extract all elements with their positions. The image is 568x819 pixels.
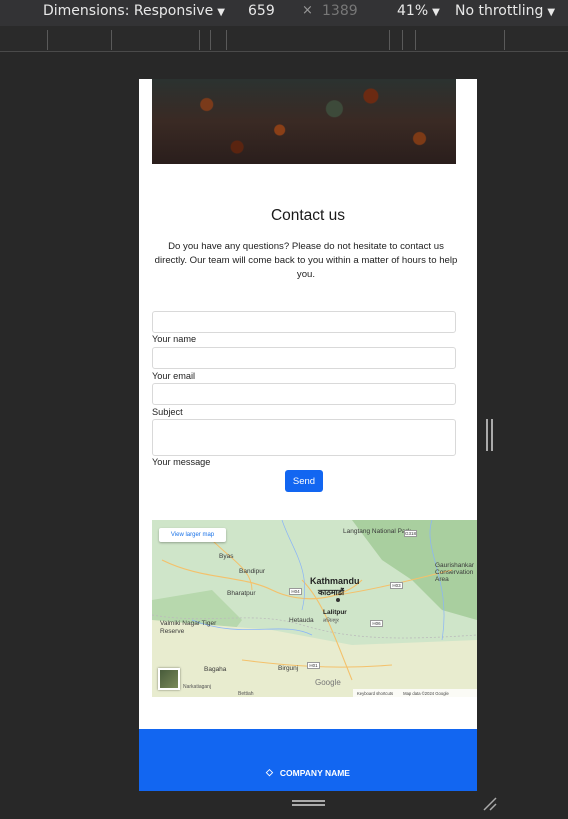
height-input[interactable]: 1389 <box>322 3 358 19</box>
highway-shield: H04 <box>289 588 302 595</box>
company-brand[interactable]: ◇ COMPANY NAME <box>139 767 477 778</box>
dimensions-dropdown[interactable]: Dimensions: Responsive ▼ <box>43 3 225 19</box>
contact-title: Contact us <box>270 207 346 224</box>
email-label: Your email <box>152 371 196 381</box>
resize-handle-bottom[interactable] <box>292 800 325 806</box>
resize-handle-right[interactable] <box>486 419 493 451</box>
map-label-kathmandu: Kathmandu <box>310 576 360 586</box>
device-viewport: Contact us Do you have any questions? Pl… <box>139 79 477 791</box>
map-label-lalitpur: Lalitpur <box>323 609 347 616</box>
highway-shield: H01 <box>307 662 320 669</box>
caret-down-icon: ▼ <box>217 7 225 18</box>
map-label-byas: Byas <box>219 553 234 560</box>
map-label-bharatpur: Bharatpur <box>227 590 256 597</box>
subject-input[interactable] <box>152 383 456 405</box>
map-label-kathmandu-dev: काठमाडौं <box>318 588 345 597</box>
footer: ◇ COMPANY NAME <box>139 729 477 791</box>
width-input[interactable]: 659 <box>248 3 275 19</box>
map-label-bettiah: Bettiah <box>238 691 254 697</box>
highway-shield: H03 <box>390 582 403 589</box>
keyboard-shortcuts-link[interactable]: Keyboard shortcuts <box>357 691 393 696</box>
highway-shield: G318 <box>404 530 417 537</box>
devtools-toolbar: Dimensions: Responsive ▼ 659 × 1389 41% ▼ … <box>0 0 568 26</box>
map-label-langtang: Langtang National Park <box>343 528 411 535</box>
map-label-bandipur: Bandipur <box>239 568 266 575</box>
map-label-lalitpur-dev: ललितपुर <box>323 618 339 624</box>
map-embed[interactable]: View larger map Langtang National Park K… <box>152 520 477 697</box>
throttling-label: No throttling <box>455 3 544 19</box>
map-attribution: Keyboard shortcuts Map data ©2024 Google <box>353 689 477 697</box>
throttling-dropdown[interactable]: No throttling ▼ <box>455 3 555 19</box>
map-label-hetauda: Hetauda <box>289 617 314 624</box>
map-terrain <box>152 520 477 697</box>
caret-down-icon: ▼ <box>547 7 556 18</box>
subject-label: Subject <box>152 407 183 417</box>
map-label-narkatiaganj: Narkatiaganj <box>183 684 212 690</box>
map-data-text: Map data ©2024 Google <box>403 690 449 696</box>
zoom-dropdown[interactable]: 41% ▼ <box>397 3 440 19</box>
satellite-toggle[interactable] <box>158 668 180 690</box>
gem-icon: ◇ <box>266 767 273 777</box>
map-label-bagaha: Bagaha <box>204 666 227 673</box>
caret-down-icon: ▼ <box>432 7 440 18</box>
name-label: Your name <box>152 334 197 344</box>
company-name: COMPANY NAME <box>279 767 350 778</box>
highway-shield: H06 <box>370 620 383 627</box>
map-label-valmiki: Valmiki Nagar Tiger Reserve <box>160 620 217 635</box>
message-label: Your message <box>152 457 211 467</box>
zoom-label: 41% <box>397 3 429 19</box>
name-input[interactable] <box>152 311 456 333</box>
google-logo: Google <box>315 678 341 687</box>
resize-corner-icon[interactable] <box>482 796 498 812</box>
dimensions-label: Dimensions: Responsive <box>43 3 214 19</box>
email-input[interactable] <box>152 347 456 369</box>
map-label-birgunj: Birgunj <box>278 665 299 672</box>
map-label-gaurishankar: Gaurishankar Conservation Area <box>435 562 475 583</box>
media-query-bar[interactable] <box>0 26 568 52</box>
send-button[interactable]: Send <box>285 470 323 492</box>
times-icon: × <box>302 3 313 18</box>
hero-image <box>152 79 456 164</box>
view-larger-map-link[interactable]: View larger map <box>159 528 226 542</box>
contact-intro: Do you have any questions? Please do not… <box>154 241 458 280</box>
message-textarea[interactable] <box>152 419 456 456</box>
